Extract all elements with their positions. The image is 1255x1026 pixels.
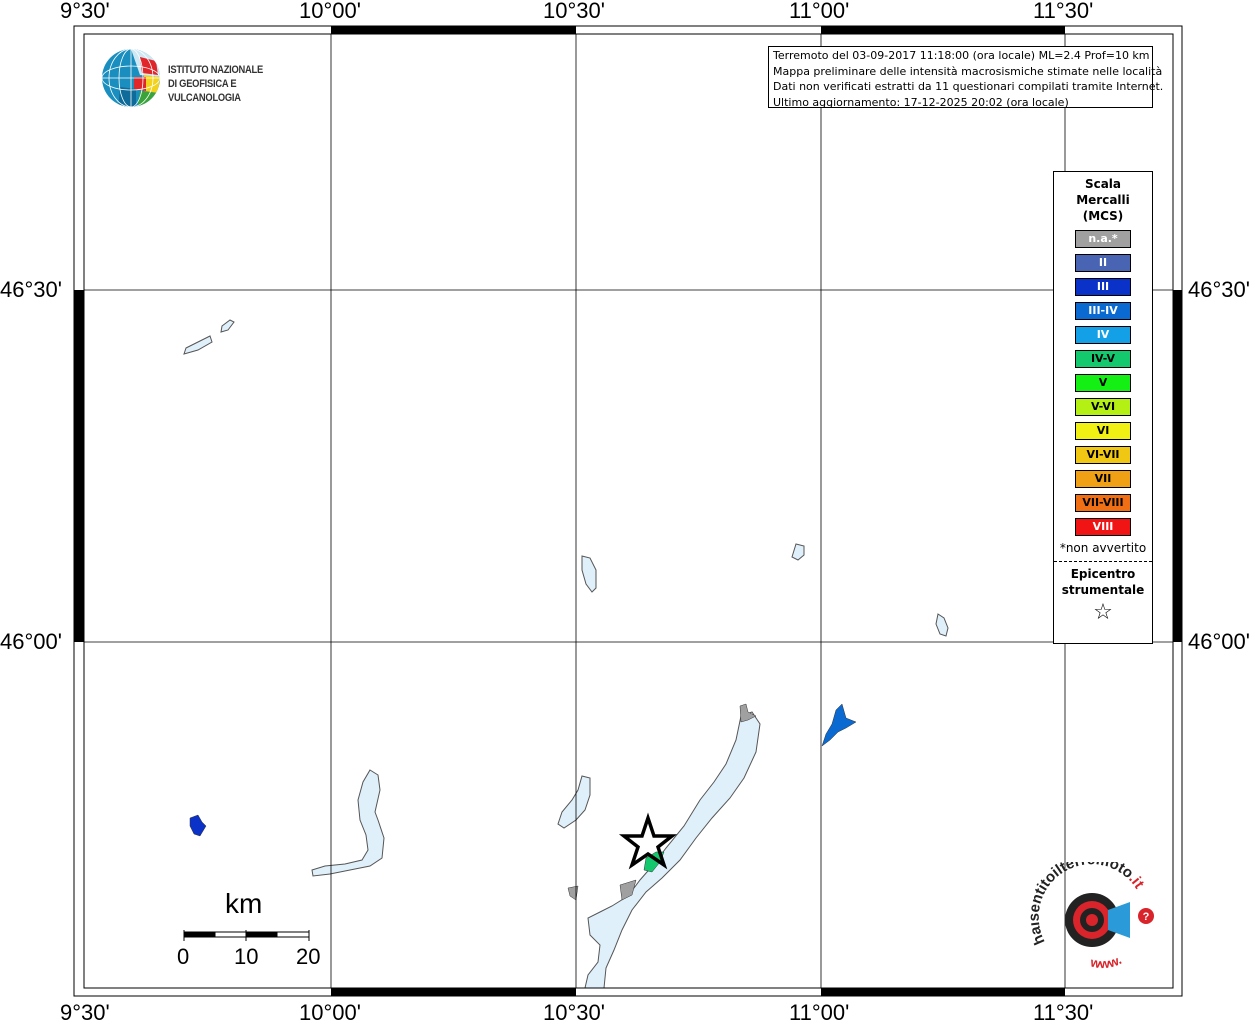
svg-text:?: ? (1143, 911, 1150, 923)
lon-label-top-1130: 11°30' (1033, 0, 1094, 23)
watermark-text-bottom: www. (1088, 952, 1123, 971)
lon-label-top-1000: 10°00' (299, 0, 361, 23)
lake-corlo (935, 613, 949, 637)
legend-item: VII (1075, 470, 1131, 488)
ingv-logo: ISTITUTO NAZIONALE DI GEOFISICA E VULCAN… (100, 47, 310, 109)
event-info-line-3: Dati non verificati estratti da 11 quest… (773, 80, 1164, 93)
event-info-line-1: Terremoto del 03-09-2017 11:18:00 (ora l… (773, 49, 1150, 62)
intensity-area-na-west (567, 885, 579, 901)
legend-epicenter-label: Epicentro strumentale (1054, 566, 1152, 598)
scale-label-20: 20 (296, 944, 321, 969)
lon-label-bottom-1000: 10°00' (299, 1000, 361, 1025)
lat-label-left-4600: 46°00' (0, 629, 62, 654)
lake-idro (557, 775, 591, 829)
lon-label-bottom-1130: 11°30' (1033, 1000, 1094, 1025)
lake-molveno (581, 555, 597, 593)
legend-title-line-1: Scala (1084, 177, 1122, 191)
lat-label-right-4630: 46°30' (1188, 277, 1250, 302)
scale-unit: km (225, 888, 263, 919)
legend-title: Scala Mercalli (MCS) (1054, 176, 1152, 224)
lon-label-top-1100: 11°00' (789, 0, 850, 23)
legend-item: III-IV (1075, 302, 1131, 320)
lat-label-left-4630: 46°30' (0, 277, 62, 302)
intensity-area-iii-iv-east (821, 703, 857, 747)
lon-label-top-930: 9°30' (60, 0, 110, 23)
haisentito-watermark-logo: haisentitoilterremoto.it www. ? (1030, 862, 1154, 971)
legend-item: IV (1075, 326, 1131, 344)
legend-item: V (1075, 374, 1131, 392)
scale-label-0: 0 (177, 944, 190, 969)
legend-item: n.a.* (1075, 230, 1131, 248)
legend-item: VIII (1075, 518, 1131, 536)
legend-items: n.a.* II III III-IV IV IV-V V V-VI VI VI-VII VII VI… (1054, 230, 1152, 536)
lake-garda (584, 711, 761, 989)
legend-item: IV-V (1075, 350, 1131, 368)
scale-bar (183, 930, 310, 941)
intensity-legend: Scala Mercalli (MCS) n.a.* II III III-IV IV I… (1053, 171, 1153, 644)
lon-label-bottom-930: 9°30' (60, 1000, 110, 1025)
legend-item: VI (1075, 422, 1131, 440)
lon-label-top-1030: 10°30' (543, 0, 605, 23)
legend-item: VII-VIII (1075, 494, 1131, 512)
legend-item: III (1075, 278, 1131, 296)
lake-small-nw1 (183, 335, 213, 355)
logo-line-1: ISTITUTO NAZIONALE (168, 64, 263, 76)
logo-line-2: DI GEOFISICA E VULCANOLOGIA (168, 78, 241, 104)
legend-item: V-VI (1075, 398, 1131, 416)
ingv-logo-text: ISTITUTO NAZIONALE DI GEOFISICA E VULCAN… (168, 63, 289, 105)
legend-note: *non avvertito (1059, 541, 1147, 555)
lat-label-right-4600: 46°00' (1188, 629, 1250, 654)
globe-logo-icon (102, 49, 160, 107)
legend-item: II (1075, 254, 1131, 272)
watermark-www: www. (1088, 952, 1123, 971)
legend-title-line-3: (MCS) (1082, 209, 1124, 223)
legend-title-line-2: Mercalli (1076, 193, 1130, 207)
legend-epicenter-line-1: Epicentro (1070, 567, 1136, 581)
intensity-area-iii-west (189, 814, 207, 837)
event-info-line-2: Mappa preliminare delle intensità macros… (773, 64, 1163, 78)
scale-label-10: 10 (234, 944, 259, 969)
event-info-line-4: Ultimo aggiornamento: 17-12-2025 20:02 (… (773, 95, 1069, 109)
legend-separator (1054, 561, 1152, 562)
lake-caldonazzo (791, 543, 805, 561)
legend-item: VI-VII (1075, 446, 1131, 464)
event-info-box: Terremoto del 03-09-2017 11:18:00 (ora l… (768, 46, 1164, 109)
lake-small-nw2 (220, 319, 235, 333)
lon-label-bottom-1030: 10°30' (543, 1000, 605, 1025)
legend-epicenter-line-2: strumentale (1061, 583, 1145, 597)
lake-iseo (311, 769, 385, 877)
lon-label-bottom-1100: 11°00' (789, 1000, 850, 1025)
legend-star-icon: ☆ (1093, 600, 1113, 625)
